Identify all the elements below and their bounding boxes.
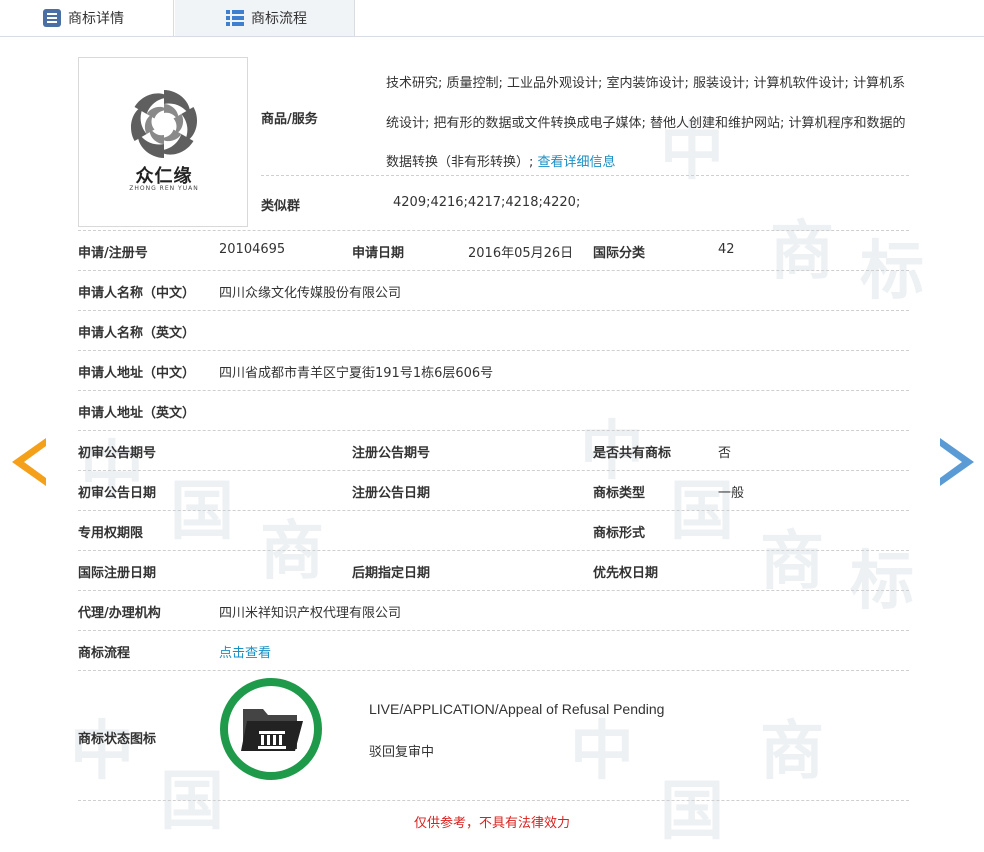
intl-class-value: 42 [718, 242, 735, 257]
later-date-label: 后期指定日期 [352, 566, 431, 581]
apply-date-label: 申请日期 [352, 246, 405, 261]
trademark-emblem-icon [131, 90, 197, 158]
exclusive-period-label: 专用权期限 [78, 526, 144, 541]
disclaimer-notice: 仅供参考，不具有法律效力 [413, 816, 570, 831]
tab-bar: 商标详情 商标流程 [0, 0, 984, 37]
divider [78, 510, 909, 511]
next-arrow-icon[interactable] [940, 438, 974, 486]
tab-label: 商标详情 [68, 11, 124, 27]
watermark-char: 国 [670, 475, 734, 549]
similar-group-label: 类似群 [261, 199, 301, 214]
applicant-en-label: 申请人名称（英文） [78, 326, 196, 341]
status-english: LIVE/APPLICATION/Appeal of Refusal Pendi… [369, 701, 665, 717]
agent-value: 四川米祥知识产权代理有限公司 [219, 606, 402, 621]
divider [78, 230, 909, 231]
divider [78, 630, 909, 631]
similar-group-value: 4209;4216;4217;4218;4220; [393, 195, 581, 210]
priority-date-label: 优先权日期 [593, 566, 659, 581]
divider [261, 175, 909, 176]
tab-label: 商标流程 [251, 11, 307, 27]
divider [78, 430, 909, 431]
agent-label: 代理/办理机构 [78, 606, 161, 621]
goods-services-text: 技术研究; 质量控制; 工业品外观设计; 室内装饰设计; 服装设计; 计算机软件… [386, 64, 911, 183]
address-cn-label: 申请人地址（中文） [78, 366, 196, 381]
shared-label: 是否共有商标 [593, 446, 672, 461]
divider [78, 470, 909, 471]
divider [78, 270, 909, 271]
divider [78, 390, 909, 391]
tm-type-label: 商标类型 [593, 486, 646, 501]
intl-class-label: 国际分类 [593, 246, 646, 261]
status-chinese: 驳回复审中 [369, 745, 435, 760]
shared-value: 否 [718, 446, 732, 461]
view-process-link[interactable]: 点击查看 [219, 642, 271, 661]
document-icon [43, 9, 61, 27]
address-cn-value: 四川省成都市青羊区宁夏街191号1栋6层606号 [219, 366, 494, 381]
previous-arrow-icon[interactable] [12, 438, 46, 486]
tm-type-value: 一般 [718, 486, 745, 501]
process-label: 商标流程 [78, 646, 131, 661]
applicant-cn-value: 四川众缘文化传媒股份有限公司 [219, 286, 402, 301]
reg-issue-label: 注册公告期号 [352, 446, 431, 461]
tab-trademark-process[interactable]: 商标流程 [175, 0, 355, 36]
logo-english-text: ZHONG REN YUAN [129, 185, 199, 192]
watermark-char: 商 [260, 515, 324, 589]
prelim-issue-label: 初审公告期号 [78, 446, 157, 461]
prelim-date-label: 初审公告日期 [78, 486, 157, 501]
divider [78, 590, 909, 591]
reg-no-label: 申请/注册号 [78, 246, 148, 261]
watermark-char: 标 [860, 235, 924, 309]
reg-no-value: 20104695 [219, 242, 286, 257]
list-icon [226, 10, 244, 26]
divider [78, 350, 909, 351]
watermark-char: 商 [760, 525, 824, 599]
watermark-char: 商 [770, 215, 834, 289]
status-icon-label: 商标状态图标 [78, 732, 157, 747]
view-details-link[interactable]: 查看详细信息 [538, 155, 616, 170]
divider [78, 550, 909, 551]
intl-reg-date-label: 国际注册日期 [78, 566, 157, 581]
tab-trademark-details[interactable]: 商标详情 [0, 0, 174, 36]
divider [78, 670, 909, 671]
divider [78, 800, 909, 801]
goods-services-value: 技术研究; 质量控制; 工业品外观设计; 室内装饰设计; 服装设计; 计算机软件… [386, 76, 906, 170]
divider [78, 310, 909, 311]
goods-services-label: 商品/服务 [261, 112, 318, 127]
tm-form-label: 商标形式 [593, 526, 646, 541]
watermark-char: 标 [850, 545, 914, 619]
address-en-label: 申请人地址（英文） [78, 406, 196, 421]
reg-date-label: 注册公告日期 [352, 486, 431, 501]
watermark-char: 国 [170, 475, 234, 549]
status-folder-icon [220, 678, 322, 780]
apply-date-value: 2016年05月26日 [468, 246, 574, 261]
trademark-logo: 众仁缘 ZHONG REN YUAN [78, 57, 248, 227]
applicant-cn-label: 申请人名称（中文） [78, 286, 196, 301]
watermark-char: 商 [760, 715, 824, 789]
watermark-char: 国 [660, 775, 724, 849]
